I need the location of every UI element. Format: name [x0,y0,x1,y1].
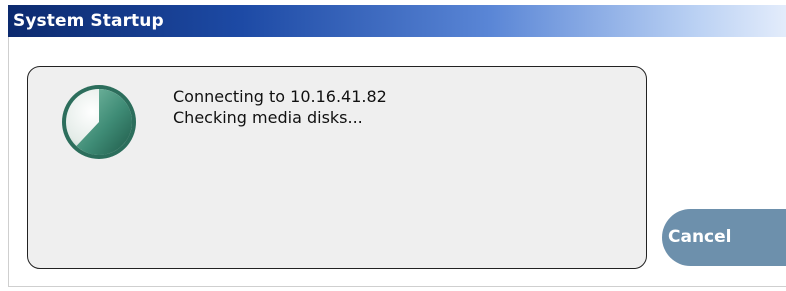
status-line-checking: Checking media disks... [173,108,363,127]
window-title: System Startup [13,11,164,31]
cancel-button[interactable]: Cancel [662,209,786,266]
title-bar: System Startup [8,5,786,37]
cancel-button-label: Cancel [668,227,732,247]
status-message: Connecting to 10.16.41.82 Checking media… [173,86,387,128]
startup-window: System Startup Connecting to 10.16.41.82… [0,0,786,291]
status-line-connecting: Connecting to 10.16.41.82 [173,87,387,106]
pie-progress-icon [62,85,136,159]
